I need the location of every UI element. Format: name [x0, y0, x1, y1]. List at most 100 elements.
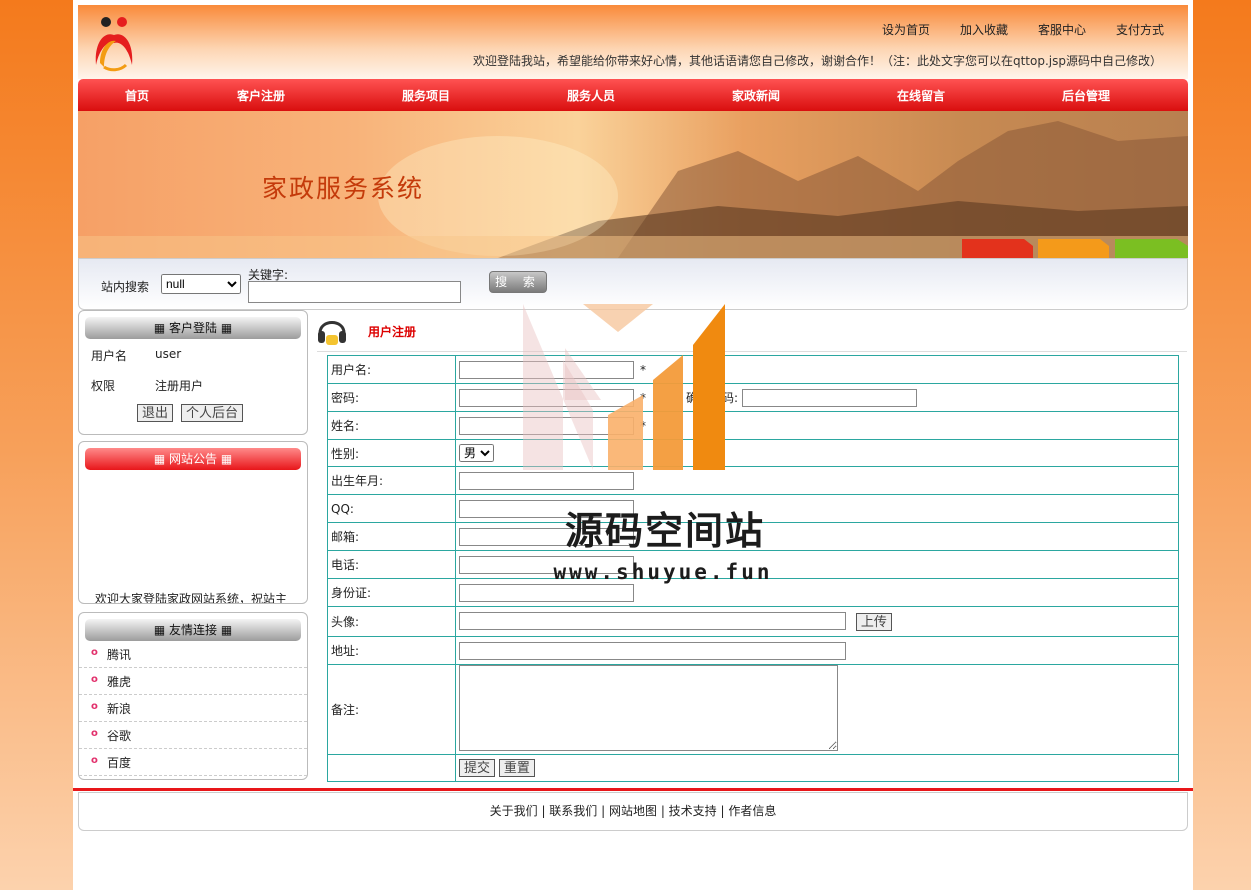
link-name[interactable]: 百度 [107, 754, 131, 771]
email-field-label: 邮箱: [327, 522, 456, 551]
username-label: 用户名 [91, 349, 128, 363]
form-row: 提交 重置 [327, 754, 1179, 782]
remark-field-label: 备注: [327, 664, 456, 755]
banner-landscape-image [78, 121, 1188, 258]
login-box-title: ▦ 客户登陆 ▦ [85, 317, 301, 339]
gender-select[interactable]: 男 [459, 444, 494, 462]
footer-author-link[interactable]: 作者信息 [728, 804, 776, 818]
gender-field-label: 性别: [327, 439, 456, 467]
customer-service-link[interactable]: 客服中心 [1038, 21, 1086, 38]
search-label: 站内搜索 [101, 280, 150, 294]
link-item[interactable]: o 新浪 [79, 695, 307, 722]
nav-message[interactable]: 在线留言 [897, 87, 945, 104]
role-label: 权限 [91, 379, 116, 393]
link-item[interactable]: o 腾讯 [79, 641, 307, 668]
top-links: 设为首页 加入收藏 客服中心 支付方式 [882, 21, 1164, 38]
friend-links-box: ▦ 友情连接 ▦ o 腾讯 o 雅虎 o 新浪 o 谷歌 o 百度 [78, 612, 308, 780]
page-container: 设为首页 加入收藏 客服中心 支付方式 欢迎登陆我站，希望能给你带来好心情，其他… [73, 0, 1193, 890]
nav-staff[interactable]: 服务人员 [567, 87, 615, 104]
notice-box-title-text: 网站公告 [168, 452, 217, 466]
footer-support-link[interactable]: 技术支持 [669, 804, 717, 818]
footer-separator: | [597, 804, 609, 818]
footer-separator: | [537, 804, 550, 818]
link-name[interactable]: 雅虎 [107, 673, 131, 690]
main-nav: 首页 客户注册 服务项目 服务人员 家政新闻 在线留言 后台管理 [78, 79, 1188, 111]
link-item[interactable]: o 百度 [79, 749, 307, 776]
bullet-icon: o [91, 701, 98, 712]
links-box-title: ▦ 友情连接 ▦ [85, 619, 301, 641]
footer-about-link[interactable]: 关于我们 [490, 804, 538, 818]
upload-button[interactable]: 上传 [855, 612, 892, 631]
nav-services[interactable]: 服务项目 [402, 87, 450, 104]
nav-register[interactable]: 客户注册 [237, 87, 285, 104]
watermark-url: www.shuyue.fun [553, 560, 773, 584]
qq-field-label: QQ: [327, 494, 456, 523]
grid-icon: ▦ [217, 452, 233, 466]
links-box-title-text: 友情连接 [168, 623, 217, 637]
link-name[interactable]: 新浪 [107, 700, 131, 717]
reset-button[interactable]: 重置 [498, 759, 535, 777]
banner-title: 家政服务系统 [262, 174, 425, 203]
keyword-input[interactable] [248, 281, 461, 303]
login-box-title-text: 客户登陆 [168, 321, 217, 335]
nav-news[interactable]: 家政新闻 [732, 87, 780, 104]
watermark-text: 源码空间站 [564, 509, 765, 553]
empty-cell [327, 754, 456, 782]
bullet-icon: o [91, 728, 98, 739]
footer-separator: | [716, 804, 729, 818]
banner: 家政服务系统 [78, 111, 1188, 258]
notice-scroll-text: 欢迎大家登陆家政网站系统，祝站主 [95, 592, 288, 604]
idcard-field-label: 身份证: [327, 578, 456, 607]
submit-button[interactable]: 提交 [459, 759, 496, 777]
footer-sitemap-link[interactable]: 网站地图 [609, 804, 657, 818]
site-footer: 关于我们 | 联系我们 | 网站地图 | 技术支持 | 作者信息 [78, 792, 1188, 831]
personal-backend-button[interactable]: 个人后台 [181, 404, 244, 422]
bullet-icon: o [91, 755, 98, 766]
form-row: 头像: 上传 [327, 606, 1179, 637]
form-row: 地址: [327, 636, 1179, 665]
logout-button[interactable]: 退出 [137, 404, 174, 422]
grid-icon: ▦ [153, 623, 169, 637]
search-category-select[interactable]: null [161, 274, 241, 294]
avatar-field-cell: 上传 [455, 606, 1179, 637]
payment-link[interactable]: 支付方式 [1116, 21, 1164, 38]
footer-separator: | [657, 804, 669, 818]
headset-icon [318, 321, 346, 345]
link-name[interactable]: 腾讯 [107, 646, 131, 663]
address-field-cell [455, 636, 1179, 665]
search-button[interactable]: 搜 索 [489, 271, 547, 293]
footer-contact-link[interactable]: 联系我们 [549, 804, 597, 818]
role-value: 注册用户 [155, 379, 204, 393]
phone-field-label: 电话: [327, 550, 456, 579]
link-item[interactable]: o 谷歌 [79, 722, 307, 749]
avatar-input[interactable] [459, 612, 846, 631]
footer-divider [73, 788, 1193, 791]
form-row: 备注: [327, 664, 1179, 755]
link-item[interactable]: o 雅虎 [79, 668, 307, 695]
notice-box-title: ▦ 网站公告 ▦ [85, 448, 301, 470]
address-input[interactable] [459, 641, 846, 660]
site-header: 设为首页 加入收藏 客服中心 支付方式 欢迎登陆我站，希望能给你带来好心情，其他… [78, 5, 1188, 79]
set-homepage-link[interactable]: 设为首页 [882, 21, 930, 38]
password-field-label: 密码: [327, 383, 456, 412]
remark-textarea[interactable] [459, 665, 838, 751]
add-favorite-link[interactable]: 加入收藏 [960, 21, 1008, 38]
form-buttons-cell: 提交 重置 [455, 754, 1179, 782]
notice-box: ▦ 网站公告 ▦ 欢迎大家登陆家政网站系统，祝站主 [78, 441, 308, 604]
link-name[interactable]: 谷歌 [107, 727, 131, 744]
username-value: user [155, 347, 182, 361]
grid-icon: ▦ [217, 623, 233, 637]
address-field-label: 地址: [327, 636, 456, 665]
login-box: ▦ 客户登陆 ▦ 用户名 user 权限 注册用户 退出 个人后台 [78, 310, 308, 435]
nav-admin[interactable]: 后台管理 [1062, 87, 1110, 104]
grid-icon: ▦ [217, 321, 233, 335]
name-field-label: 姓名: [327, 411, 456, 440]
nav-home[interactable]: 首页 [125, 87, 149, 104]
bullet-icon: o [91, 674, 98, 685]
bullet-icon: o [91, 647, 98, 658]
grid-icon: ▦ [153, 452, 169, 466]
site-logo [95, 17, 133, 72]
page-title: 用户注册 [368, 325, 417, 339]
username-field-label: 用户名: [327, 355, 456, 384]
remark-field-cell [455, 664, 1179, 755]
